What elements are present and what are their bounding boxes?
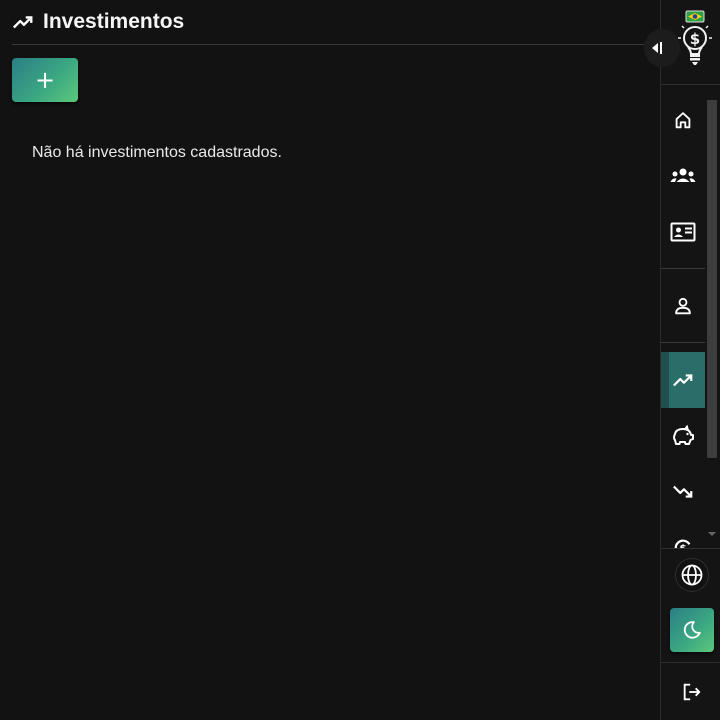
sidebar-item-id-card[interactable] xyxy=(661,204,705,260)
sidebar-scrollbar[interactable] xyxy=(707,100,718,540)
scroll-down-arrow-icon[interactable] xyxy=(708,532,716,536)
add-investment-button[interactable]: + xyxy=(12,58,78,102)
money-bulb-logo: $ xyxy=(675,8,717,68)
group-icon xyxy=(670,168,696,182)
sidebar-divider xyxy=(661,268,705,269)
moon-icon xyxy=(683,621,701,639)
globe-icon xyxy=(681,564,703,586)
sidebar-top-divider xyxy=(661,84,720,85)
currency-exchange-icon: $ xyxy=(674,539,691,548)
logout-icon xyxy=(683,683,701,701)
sidebar-item-expenses[interactable] xyxy=(661,464,705,520)
home-icon xyxy=(675,112,691,129)
sidebar-item-investments[interactable] xyxy=(661,352,705,408)
theme-toggle-button[interactable] xyxy=(670,608,714,652)
collapse-left-icon xyxy=(652,42,662,54)
id-card-icon xyxy=(670,222,696,242)
page-header: Investimentos xyxy=(12,0,660,45)
sidebar-divider xyxy=(661,342,705,343)
trending-up-icon xyxy=(673,374,693,387)
logout-button[interactable] xyxy=(679,678,705,706)
scrollbar-thumb[interactable] xyxy=(707,100,717,458)
empty-state-message: Não há investimentos cadastrados. xyxy=(32,144,282,161)
sidebar-item-home[interactable] xyxy=(661,92,705,148)
sidebar-item-exchange[interactable]: $ xyxy=(661,520,705,548)
trending-down-icon xyxy=(673,485,693,498)
sidebar-item-savings[interactable] xyxy=(661,408,705,464)
sidebar-bottom-divider xyxy=(661,662,720,663)
main-content: Investimentos + Não há investimentos cad… xyxy=(0,0,660,720)
sidebar-nav: $ xyxy=(661,92,720,548)
svg-text:$: $ xyxy=(690,30,700,48)
trending-up-icon xyxy=(12,11,34,33)
page-title: Investimentos xyxy=(43,10,185,33)
piggy-bank-icon xyxy=(673,425,694,445)
sidebar: $ $ xyxy=(644,0,720,720)
sidebar-item-groups[interactable] xyxy=(661,148,705,204)
language-button[interactable] xyxy=(675,558,709,592)
sidebar-item-profile[interactable] xyxy=(661,278,705,334)
person-icon xyxy=(675,297,691,315)
sidebar-bottom-divider xyxy=(661,548,720,549)
